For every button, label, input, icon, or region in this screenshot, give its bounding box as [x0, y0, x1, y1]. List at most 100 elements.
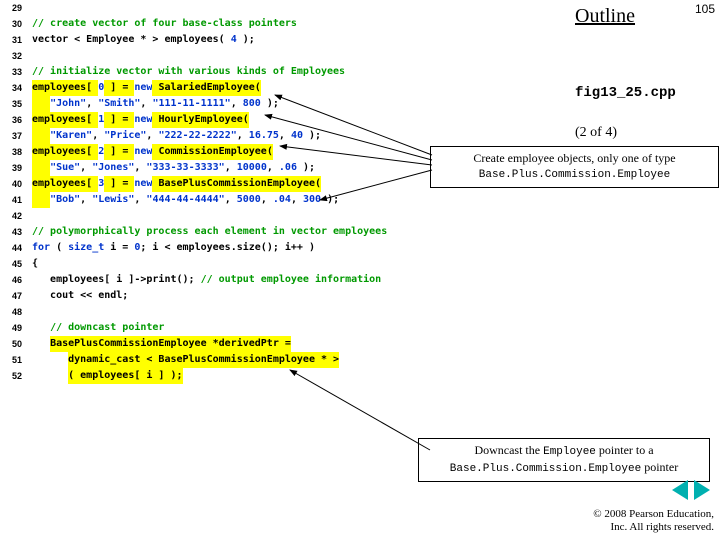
code-token: [32, 336, 50, 352]
callout-text: pointer to a: [599, 443, 654, 457]
code-content: vector < Employee * > employees( 4 );: [32, 32, 255, 48]
code-token: ,: [80, 192, 92, 208]
callout-text: Downcast the: [474, 443, 543, 457]
line-number: 40: [0, 176, 32, 192]
code-content: // polymorphically process each element …: [32, 224, 387, 240]
code-token: ] =: [104, 112, 134, 128]
next-slide-button[interactable]: [694, 480, 710, 500]
code-token: new: [134, 144, 152, 160]
line-number: 38: [0, 144, 32, 160]
code-line: 46 employees[ i ]->print(); // output em…: [0, 272, 450, 288]
code-token: ,: [86, 96, 98, 112]
line-number: 43: [0, 224, 32, 240]
line-number: 44: [0, 240, 32, 256]
copyright: © 2008 Pearson Education,Inc. All rights…: [593, 508, 714, 534]
code-token: employees[: [32, 144, 98, 160]
code-content: employees[ i ]->print(); // output emplo…: [32, 272, 381, 288]
code-token: CommissionEmployee(: [152, 144, 272, 160]
code-token: "Price": [104, 128, 146, 144]
code-content: employees[ 3 ] = new BasePlusCommissionE…: [32, 176, 321, 192]
code-token: ( employees[ i ] );: [68, 368, 182, 384]
code-token: new: [134, 112, 152, 128]
code-token: BasePlusCommissionEmployee(: [152, 176, 321, 192]
code-line: 32: [0, 48, 450, 64]
line-number: 46: [0, 272, 32, 288]
line-number: 33: [0, 64, 32, 80]
code-token: [32, 96, 50, 112]
code-content: cout << endl;: [32, 288, 128, 304]
code-token: // downcast pointer: [50, 320, 164, 336]
code-token: .04: [273, 192, 291, 208]
nav-buttons: [672, 480, 710, 500]
code-content: ( employees[ i ] );: [32, 368, 183, 384]
code-content: for ( size_t i = 0; i < employees.size()…: [32, 240, 315, 256]
code-content: employees[ 0 ] = new SalariedEmployee(: [32, 80, 261, 96]
code-token: for: [32, 240, 50, 256]
code-token: employees[: [32, 112, 98, 128]
prev-slide-button[interactable]: [672, 480, 688, 500]
code-token: ,: [231, 96, 243, 112]
code-token: ,: [261, 192, 273, 208]
filename-label: fig13_25.cpp: [575, 85, 676, 101]
code-token: ,: [225, 192, 237, 208]
callout-downcast: Downcast the Employee pointer to a Base.…: [418, 438, 710, 482]
line-number: 30: [0, 16, 32, 32]
code-token: [32, 192, 50, 208]
code-token: "Jones": [92, 160, 134, 176]
code-line: 49 // downcast pointer: [0, 320, 450, 336]
code-token: 16.75: [249, 128, 279, 144]
code-line: 50 BasePlusCommissionEmployee *derivedPt…: [0, 336, 450, 352]
code-token: ] =: [104, 144, 134, 160]
code-token: );: [237, 32, 255, 48]
code-line: 52 ( employees[ i ] );: [0, 368, 450, 384]
line-number: 34: [0, 80, 32, 96]
code-token: [32, 128, 50, 144]
code-token: ,: [92, 128, 104, 144]
code-token: "222-22-2222": [158, 128, 236, 144]
line-number: 39: [0, 160, 32, 176]
code-token: // initialize vector with various kinds …: [32, 64, 345, 80]
code-content: BasePlusCommissionEmployee *derivedPtr =: [32, 336, 291, 352]
code-line: 48: [0, 304, 450, 320]
code-content: {: [32, 256, 38, 272]
code-content: // downcast pointer: [32, 320, 164, 336]
code-token: "Karen": [50, 128, 92, 144]
code-line: 42: [0, 208, 450, 224]
code-token: employees[: [32, 80, 98, 96]
line-number: 49: [0, 320, 32, 336]
line-number: 51: [0, 352, 32, 368]
code-token: );: [321, 192, 339, 208]
code-token: new: [134, 80, 152, 96]
code-token: ,: [237, 128, 249, 144]
line-number: 35: [0, 96, 32, 112]
code-token: ] =: [104, 176, 134, 192]
code-content: "John", "Smith", "111-11-1111", 800 );: [32, 96, 279, 112]
code-content: dynamic_cast < BasePlusCommissionEmploye…: [32, 352, 339, 368]
code-token: // create vector of four base-class poin…: [32, 16, 297, 32]
code-content: employees[ 2 ] = new CommissionEmployee(: [32, 144, 273, 160]
code-token: i =: [104, 240, 134, 256]
code-token: ; i < employees.size(); i++ ): [140, 240, 315, 256]
callout-create-employees: Create employee objects, only one of typ…: [430, 146, 719, 188]
slide-number: 105: [695, 2, 715, 16]
code-token: 300: [303, 192, 321, 208]
code-token: dynamic_cast < BasePlusCommissionEmploye…: [68, 352, 339, 368]
code-token: );: [261, 96, 279, 112]
code-token: "333-33-3333": [146, 160, 224, 176]
code-token: ,: [146, 128, 158, 144]
code-line: 34employees[ 0 ] = new SalariedEmployee(: [0, 80, 450, 96]
code-token: 40: [291, 128, 303, 144]
line-number: 45: [0, 256, 32, 272]
code-line: 31vector < Employee * > employees( 4 );: [0, 32, 450, 48]
callout-text: Create employee objects, only one of typ…: [473, 151, 675, 165]
code-token: ,: [134, 160, 146, 176]
code-token: ,: [291, 192, 303, 208]
line-number: 31: [0, 32, 32, 48]
code-content: "Sue", "Jones", "333-33-3333", 10000, .0…: [32, 160, 315, 176]
code-token: [32, 320, 50, 336]
code-line: 35 "John", "Smith", "111-11-1111", 800 )…: [0, 96, 450, 112]
code-token: HourlyEmployee(: [152, 112, 248, 128]
code-token: cout << endl;: [32, 288, 128, 304]
code-line: 36employees[ 1 ] = new HourlyEmployee(: [0, 112, 450, 128]
code-token: "Smith": [98, 96, 140, 112]
